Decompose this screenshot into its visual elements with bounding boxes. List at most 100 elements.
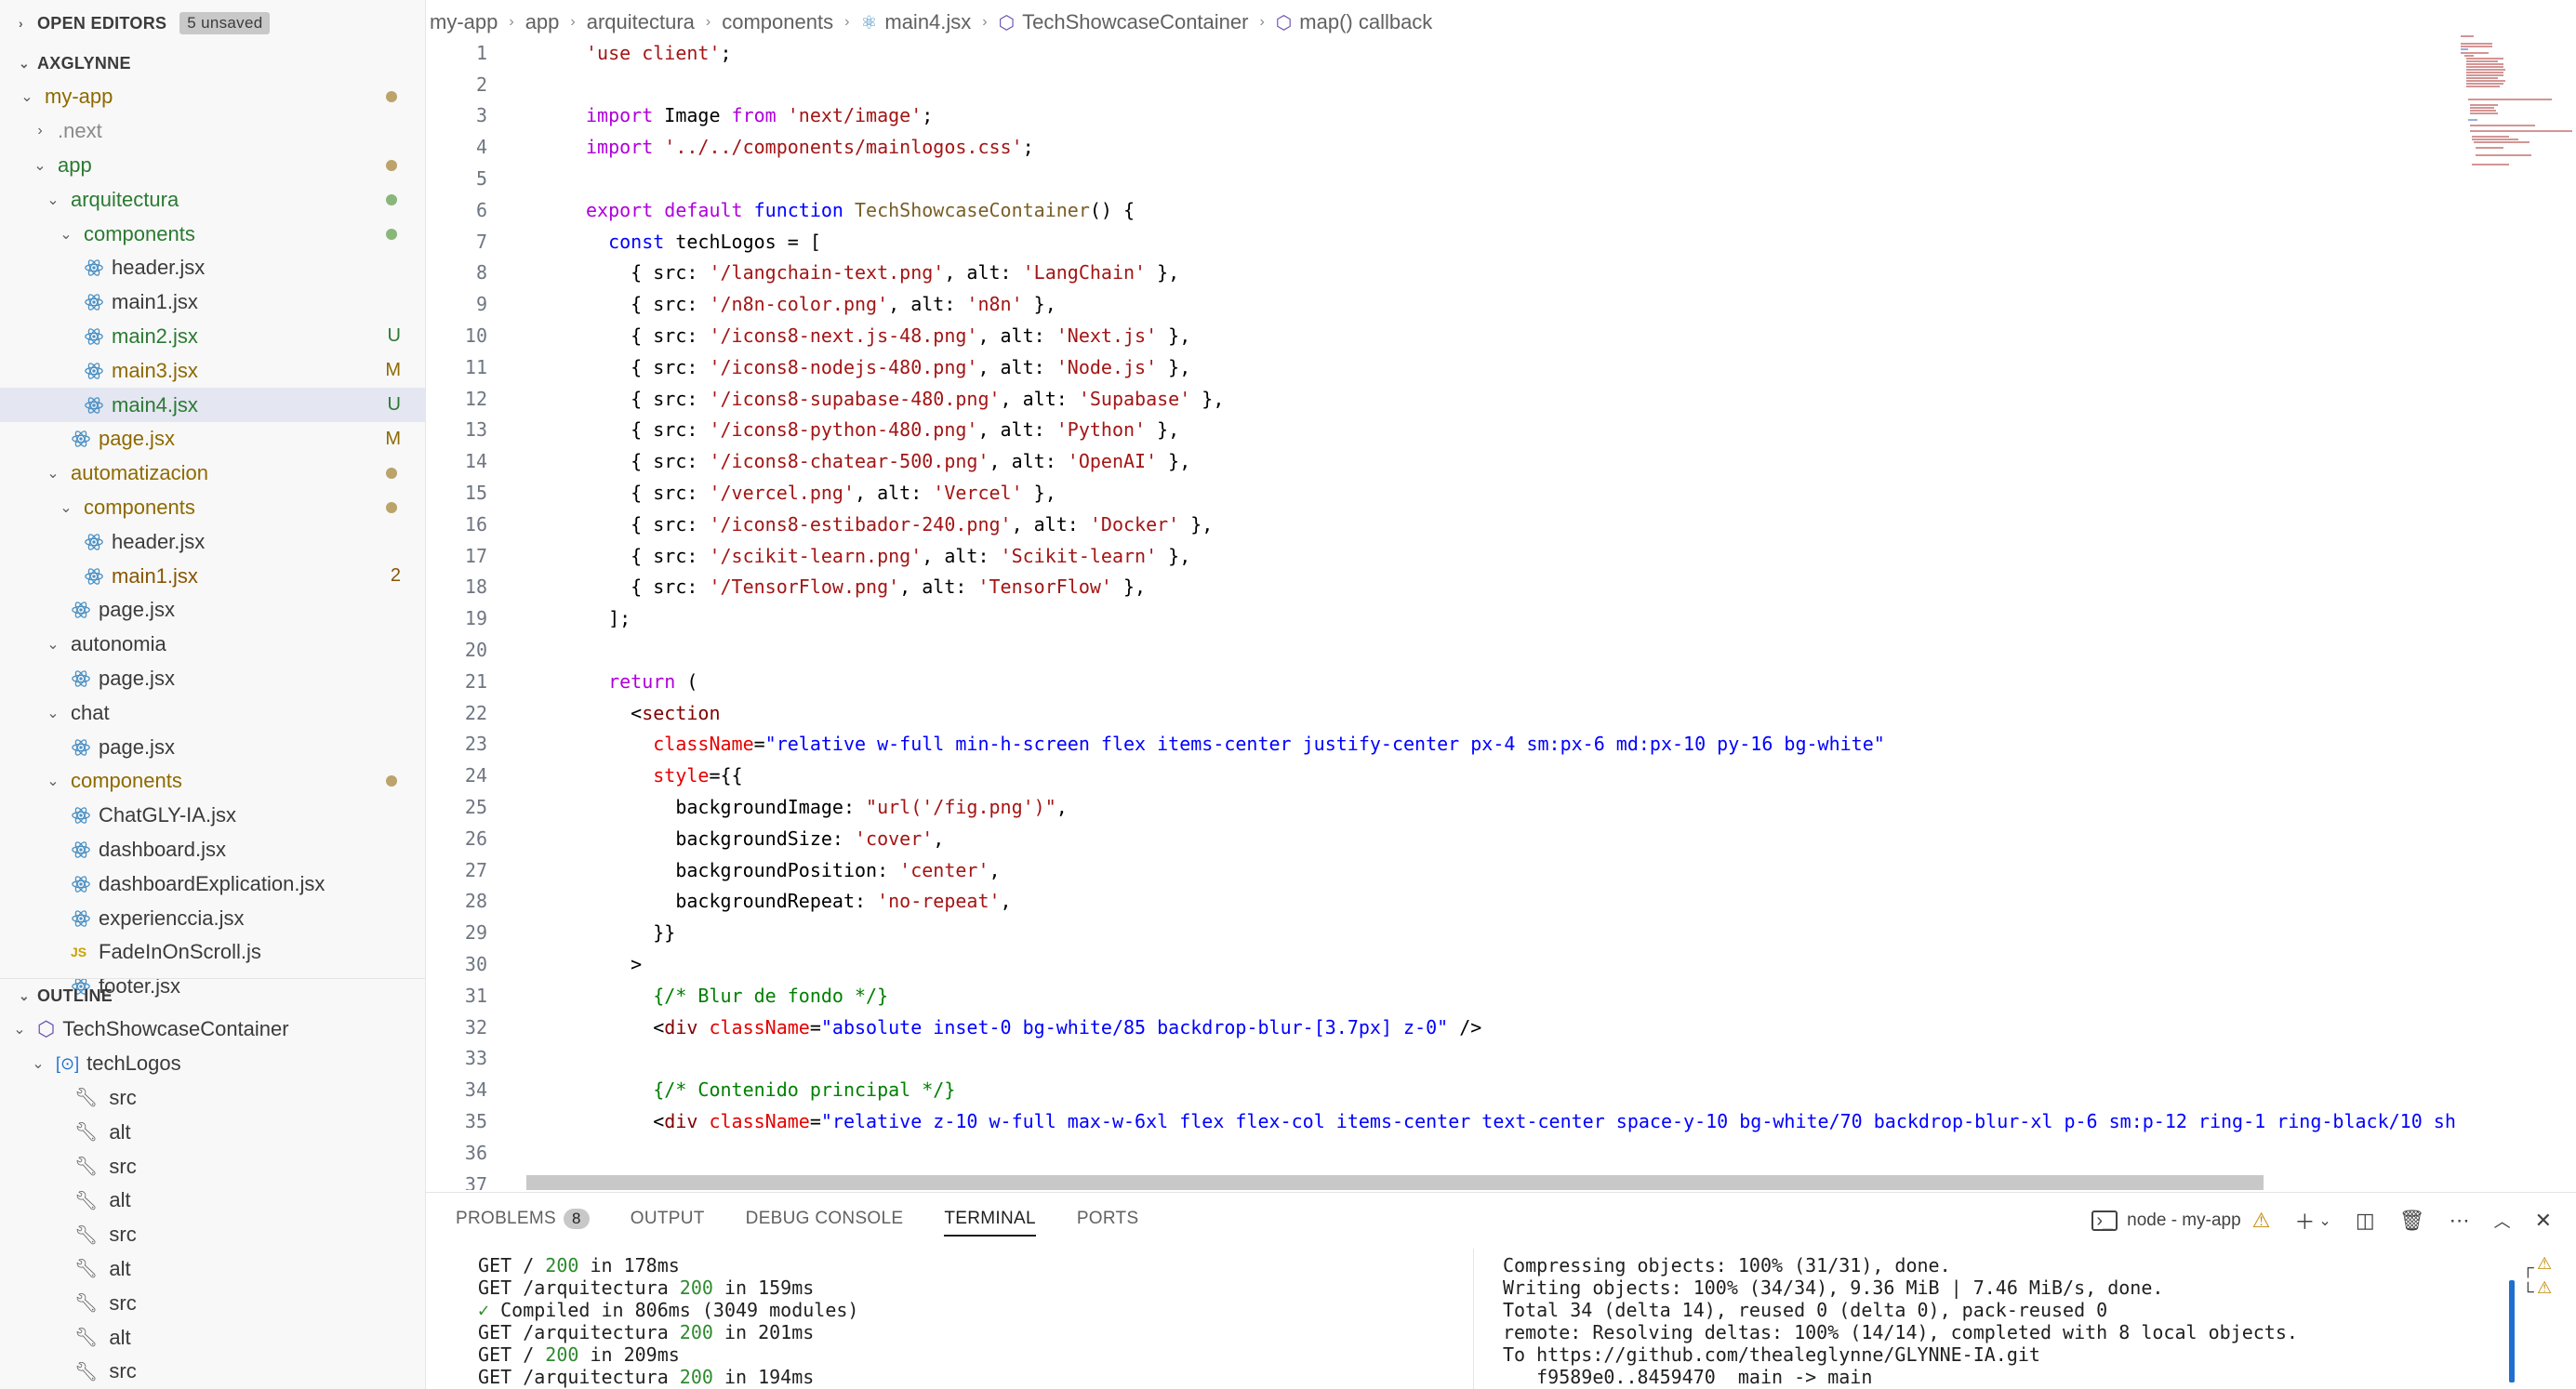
code-line[interactable]: 19 ];	[430, 602, 2457, 634]
code-line[interactable]: 9 { src: '/n8n-color.png', alt: 'n8n' },	[430, 288, 2457, 320]
outline-header[interactable]: ⌄ OUTLINE	[0, 979, 425, 1012]
code-line[interactable]: 10 { src: '/icons8-next.js-48.png', alt:…	[430, 320, 2457, 351]
tab-problems[interactable]: PROBLEMS 8	[456, 1209, 590, 1229]
code-line[interactable]: 13 { src: '/icons8-python-480.png', alt:…	[430, 415, 2457, 446]
file-item[interactable]: main1.jsx 2	[0, 559, 425, 593]
terminal-list-gutter[interactable]: ┌ ⚠ └ ⚠	[2509, 1249, 2576, 1389]
tab-debug-console[interactable]: DEBUG CONSOLE	[746, 1209, 904, 1229]
code-line[interactable]: 17 { src: '/scikit-learn.png', alt: 'Sci…	[430, 540, 2457, 572]
breadcrumb-item[interactable]: my-app	[430, 10, 498, 34]
code-line[interactable]: 31 {/* Blur de fondo */}	[430, 980, 2457, 1012]
code-line[interactable]: 22 <section	[430, 697, 2457, 729]
terminal-name[interactable]: node - my-app	[2127, 1210, 2241, 1231]
code-line[interactable]: 15 { src: '/vercel.png', alt: 'Vercel' }…	[430, 477, 2457, 509]
code-line[interactable]: 20	[430, 634, 2457, 666]
file-item[interactable]: header.jsx	[0, 524, 425, 559]
code-line[interactable]: 35 <div className="relative z-10 w-full …	[430, 1105, 2457, 1137]
file-item[interactable]: main1.jsx	[0, 285, 425, 320]
outline-item[interactable]: 🔧︎ src	[0, 1286, 425, 1320]
tab-output[interactable]: OUTPUT	[631, 1209, 705, 1229]
code-line[interactable]: 34 {/* Contenido principal */}	[430, 1074, 2457, 1105]
breadcrumb-item[interactable]: app	[525, 10, 560, 34]
outline-item[interactable]: 🔧︎ src	[0, 1081, 425, 1116]
code-line[interactable]: 30 >	[430, 948, 2457, 980]
horizontal-scrollbar[interactable]	[526, 1175, 2264, 1190]
file-item[interactable]: header.jsx	[0, 251, 425, 285]
more-actions-icon[interactable]: ⋯	[2450, 1209, 2470, 1233]
folder-item[interactable]: ⌄ automatizacion	[0, 456, 425, 491]
trash-icon[interactable]: 🗑	[2399, 1209, 2425, 1233]
code-editor[interactable]: 1'use client'; 2 3 import Image from 'next/…	[430, 37, 2457, 1190]
file-item[interactable]: experienccia.jsx	[0, 901, 425, 935]
file-item[interactable]: JS FadeInOnScroll.js	[0, 935, 425, 970]
code-line[interactable]: 11 { src: '/icons8-nodejs-480.png', alt:…	[430, 351, 2457, 383]
file-item[interactable]: main2.jsx U	[0, 320, 425, 354]
file-item[interactable]: dashboard.jsx	[0, 833, 425, 867]
maximize-panel-icon[interactable]: ︿	[2494, 1209, 2511, 1233]
file-item[interactable]: dashboardExplication.jsx	[0, 866, 425, 901]
outline-item[interactable]: 🔧︎ alt	[0, 1115, 425, 1149]
code-line[interactable]: 4 import '../../components/mainlogos.css'…	[430, 131, 2457, 163]
code-line[interactable]: 24 style={{	[430, 760, 2457, 791]
file-item[interactable]: main4.jsx U	[0, 388, 425, 422]
terminal-scrollbar[interactable]	[2509, 1280, 2515, 1382]
file-item[interactable]: ChatGLY-IA.jsx	[0, 799, 425, 833]
code-line[interactable]: 28 backgroundRepeat: 'no-repeat',	[430, 886, 2457, 918]
code-line[interactable]: 2	[430, 69, 2457, 100]
code-line[interactable]: 29 }}	[430, 917, 2457, 948]
split-terminal-icon[interactable]: ◫	[2356, 1209, 2375, 1233]
folder-item[interactable]: ⌄ app	[0, 149, 425, 183]
folder-item[interactable]: ⌄ components	[0, 764, 425, 799]
code-line[interactable]: 33	[430, 1043, 2457, 1075]
folder-item[interactable]: ⌄ components	[0, 217, 425, 251]
terminal-output-right[interactable]: Compressing objects: 100% (31/31), done.…	[1503, 1254, 2298, 1388]
code-line[interactable]: 27 backgroundPosition: 'center',	[430, 854, 2457, 886]
outline-item[interactable]: 🔧︎ alt	[0, 1252, 425, 1287]
breadcrumb-item[interactable]: main4.jsx	[884, 10, 971, 34]
terminal-split-divider[interactable]	[1473, 1249, 1474, 1389]
file-item[interactable]: page.jsx M	[0, 422, 425, 456]
code-line[interactable]: 36	[430, 1137, 2457, 1169]
folder-item[interactable]: › .next	[0, 114, 425, 149]
outline-item[interactable]: 🔧︎ src	[0, 1149, 425, 1184]
code-line[interactable]: 21 return (	[430, 666, 2457, 697]
outline-item[interactable]: 🔧︎ src	[0, 1218, 425, 1252]
folder-item[interactable]: ⌄ autonomia	[0, 628, 425, 662]
code-line[interactable]: 23 className="relative w-full min-h-scre…	[430, 729, 2457, 761]
new-terminal-button[interactable]: ＋	[2294, 1206, 2315, 1236]
chevron-down-icon[interactable]: ⌄	[2318, 1211, 2330, 1230]
terminal-output-left[interactable]: GET / 200 in 178ms GET /arquitectura 200…	[467, 1254, 858, 1388]
close-icon[interactable]: ✕	[2535, 1209, 2552, 1233]
code-line[interactable]: 1 'use client';	[430, 37, 2457, 69]
folder-item[interactable]: ⌄ components	[0, 491, 425, 525]
code-line[interactable]: 14 { src: '/icons8-chatear-500.png', alt…	[430, 445, 2457, 477]
minimap[interactable]	[2457, 33, 2576, 186]
breadcrumb-item[interactable]: components	[722, 10, 833, 34]
workspace-header[interactable]: ⌄ AXGLYNNE	[0, 46, 425, 80]
tab-terminal[interactable]: TERMINAL	[944, 1209, 1036, 1237]
code-line[interactable]: 18 { src: '/TensorFlow.png', alt: 'Tenso…	[430, 572, 2457, 603]
tab-ports[interactable]: PORTS	[1077, 1209, 1139, 1229]
code-line[interactable]: 25 backgroundImage: "url('/fig.png')",	[430, 791, 2457, 823]
folder-item[interactable]: ⌄ arquitectura	[0, 182, 425, 217]
outline-item[interactable]: 🔧︎ alt	[0, 1184, 425, 1218]
file-item[interactable]: page.jsx	[0, 730, 425, 764]
code-line[interactable]: 12 { src: '/icons8-supabase-480.png', al…	[430, 383, 2457, 415]
code-line[interactable]: 26 backgroundSize: 'cover',	[430, 823, 2457, 854]
breadcrumb-item[interactable]: arquitectura	[587, 10, 695, 34]
folder-item[interactable]: ⌄ my-app	[0, 80, 425, 114]
code-line[interactable]: 6 export default function TechShowcaseCon…	[430, 194, 2457, 226]
outline-item[interactable]: ⌄ ⬡ TechShowcaseContainer	[0, 1012, 425, 1047]
code-line[interactable]: 3 import Image from 'next/image';	[430, 100, 2457, 132]
folder-item[interactable]: ⌄ chat	[0, 695, 425, 730]
open-editors-header[interactable]: › OPEN EDITORS 5 unsaved	[0, 0, 425, 46]
breadcrumb-item[interactable]: TechShowcaseContainer	[1022, 10, 1248, 34]
code-line[interactable]: 7 const techLogos = [	[430, 226, 2457, 258]
file-item[interactable]: main3.jsx M	[0, 353, 425, 388]
code-line[interactable]: 16 { src: '/icons8-estibador-240.png', a…	[430, 509, 2457, 540]
breadcrumb-item[interactable]: map() callback	[1299, 10, 1432, 34]
outline-item[interactable]: 🔧︎ alt	[0, 1320, 425, 1355]
code-line[interactable]: 32 <div className="absolute inset-0 bg-w…	[430, 1012, 2457, 1043]
file-item[interactable]: page.jsx	[0, 662, 425, 696]
file-item[interactable]: page.jsx	[0, 593, 425, 628]
